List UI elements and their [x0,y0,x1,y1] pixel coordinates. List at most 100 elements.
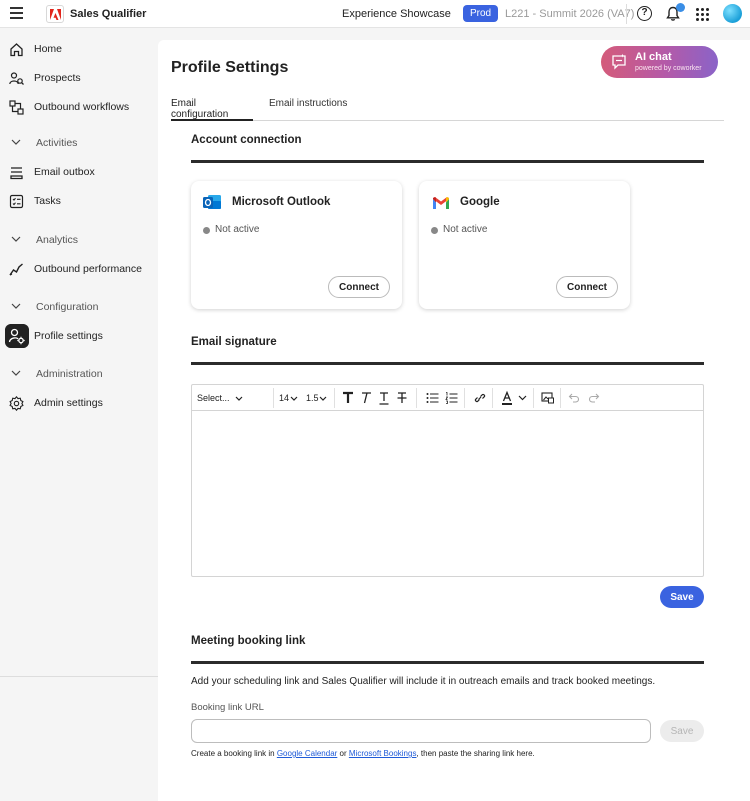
sidebar-item-profile-settings[interactable]: Profile settings [5,324,153,348]
toolbar-divider [464,388,465,408]
google-card: Google Not active Connect [419,181,630,309]
microsoft-bookings-link[interactable]: Microsoft Bookings [349,749,417,758]
status-dot [203,227,210,234]
apps-grid-icon[interactable] [696,8,709,21]
provider-name: Google [460,196,500,208]
chevron-down-icon[interactable] [518,390,527,406]
sidebar-section-label: Administration [36,368,103,380]
connect-outlook-button[interactable]: Connect [328,276,390,298]
editor-toolbar: Select... 14 1.5 [192,385,703,411]
font-family-select[interactable]: Select... [197,390,245,406]
sidebar-item-label: Tasks [34,195,61,207]
menu-icon[interactable] [10,7,23,19]
sidebar-section-analytics[interactable]: Analytics [9,230,157,250]
chevron-down-icon [11,303,21,309]
workspace-name[interactable]: Experience Showcase [342,8,451,20]
font-size-select[interactable]: 14 [279,390,301,406]
environment-badge[interactable]: Prod [463,5,498,22]
sidebar: Home Prospects Outbound workflows Activi… [0,28,158,801]
signature-editor-body[interactable] [192,411,703,576]
toolbar-divider [492,388,493,408]
toolbar-divider [416,388,417,408]
ai-chat-subtitle: powered by coworker [635,65,702,72]
italic-icon[interactable] [360,390,372,406]
toolbar-divider [560,388,561,408]
meeting-booking-description: Add your scheduling link and Sales Quali… [191,676,656,687]
sidebar-divider [0,676,158,677]
sidebar-item-email-outbox[interactable]: Email outbox [5,160,153,184]
status-text: Not active [443,224,488,235]
sidebar-item-label: Outbound performance [34,263,142,275]
line-height-value: 1.5 [306,393,319,403]
strikethrough-icon[interactable] [396,390,408,406]
chevron-down-icon [11,139,21,145]
sidebar-item-outbound-workflows[interactable]: Outbound workflows [5,95,153,119]
section-divider [191,661,704,664]
profile-settings-icon [5,324,29,348]
meeting-booking-title: Meeting booking link [191,635,306,647]
tab-email-configuration[interactable]: Email configuration [171,98,253,121]
sidebar-item-label: Prospects [34,72,81,84]
environment-name[interactable]: L221 - Summit 2026 (VA7) [505,8,634,20]
app-title: Sales Qualifier [70,8,147,20]
sidebar-section-configuration[interactable]: Configuration [9,297,157,317]
insert-image-icon[interactable] [541,390,554,406]
notification-dot [676,3,685,12]
font-family-value: Select... [197,393,230,403]
outlook-logo-icon [203,195,221,209]
sidebar-item-outbound-performance[interactable]: Outbound performance [5,257,153,281]
tab-email-instructions[interactable]: Email instructions [269,98,349,121]
line-height-select[interactable]: 1.5 [306,390,328,406]
status-dot [431,227,438,234]
sidebar-section-activities[interactable]: Activities [9,133,157,153]
avatar[interactable] [723,4,742,23]
underline-icon[interactable] [378,390,390,406]
provider-name: Microsoft Outlook [232,196,331,208]
sidebar-item-admin-settings[interactable]: Admin settings [5,391,153,415]
top-bar: Sales Qualifier Experience Showcase Prod… [0,0,750,28]
sidebar-item-tasks[interactable]: Tasks [5,189,153,213]
redo-icon[interactable] [588,390,600,406]
numbered-list-icon[interactable] [445,390,458,406]
help-icon[interactable]: ? [637,6,652,21]
section-divider [191,362,704,365]
save-signature-button[interactable]: Save [660,586,704,608]
main-panel: Profile Settings AI chat powered by cowo… [158,40,750,801]
booking-url-input[interactable] [191,719,651,743]
sidebar-section-administration[interactable]: Administration [9,364,157,384]
text-color-icon[interactable] [501,390,513,406]
link-icon[interactable] [473,390,486,406]
booking-helper-text: Create a booking link in Google Calendar… [191,749,535,758]
bold-icon[interactable] [342,390,354,406]
sidebar-item-prospects[interactable]: Prospects [5,66,153,90]
google-calendar-link[interactable]: Google Calendar [277,749,337,758]
page-title: Profile Settings [171,59,289,76]
chart-line-icon [9,263,23,276]
sidebar-item-label: Outbound workflows [34,101,130,113]
section-divider [191,160,704,163]
chevron-down-icon [319,396,327,401]
chevron-down-icon [235,396,243,401]
outlook-card: Microsoft Outlook Not active Connect [191,181,402,309]
save-booking-link-button[interactable]: Save [660,720,704,742]
sidebar-section-label: Activities [36,137,78,149]
ai-chat-icon [612,53,626,70]
topbar-divider [626,4,627,24]
bullet-list-icon[interactable] [426,390,439,406]
account-connection-title: Account connection [191,134,302,146]
sidebar-item-label: Home [34,43,63,55]
outbox-icon [10,167,23,180]
ai-chat-button[interactable]: AI chat powered by coworker [601,46,718,78]
sidebar-section-label: Configuration [36,301,99,313]
app-logo[interactable] [46,5,64,23]
sidebar-item-label: Admin settings [34,397,103,409]
booking-url-label: Booking link URL [191,702,264,713]
toolbar-divider [334,388,335,408]
sidebar-item-home[interactable]: Home [5,37,153,61]
gear-icon [9,396,24,411]
signature-editor: Select... 14 1.5 [191,384,704,577]
chevron-down-icon [11,370,21,376]
chevron-down-icon [11,236,21,242]
undo-icon[interactable] [568,390,580,406]
connect-google-button[interactable]: Connect [556,276,618,298]
